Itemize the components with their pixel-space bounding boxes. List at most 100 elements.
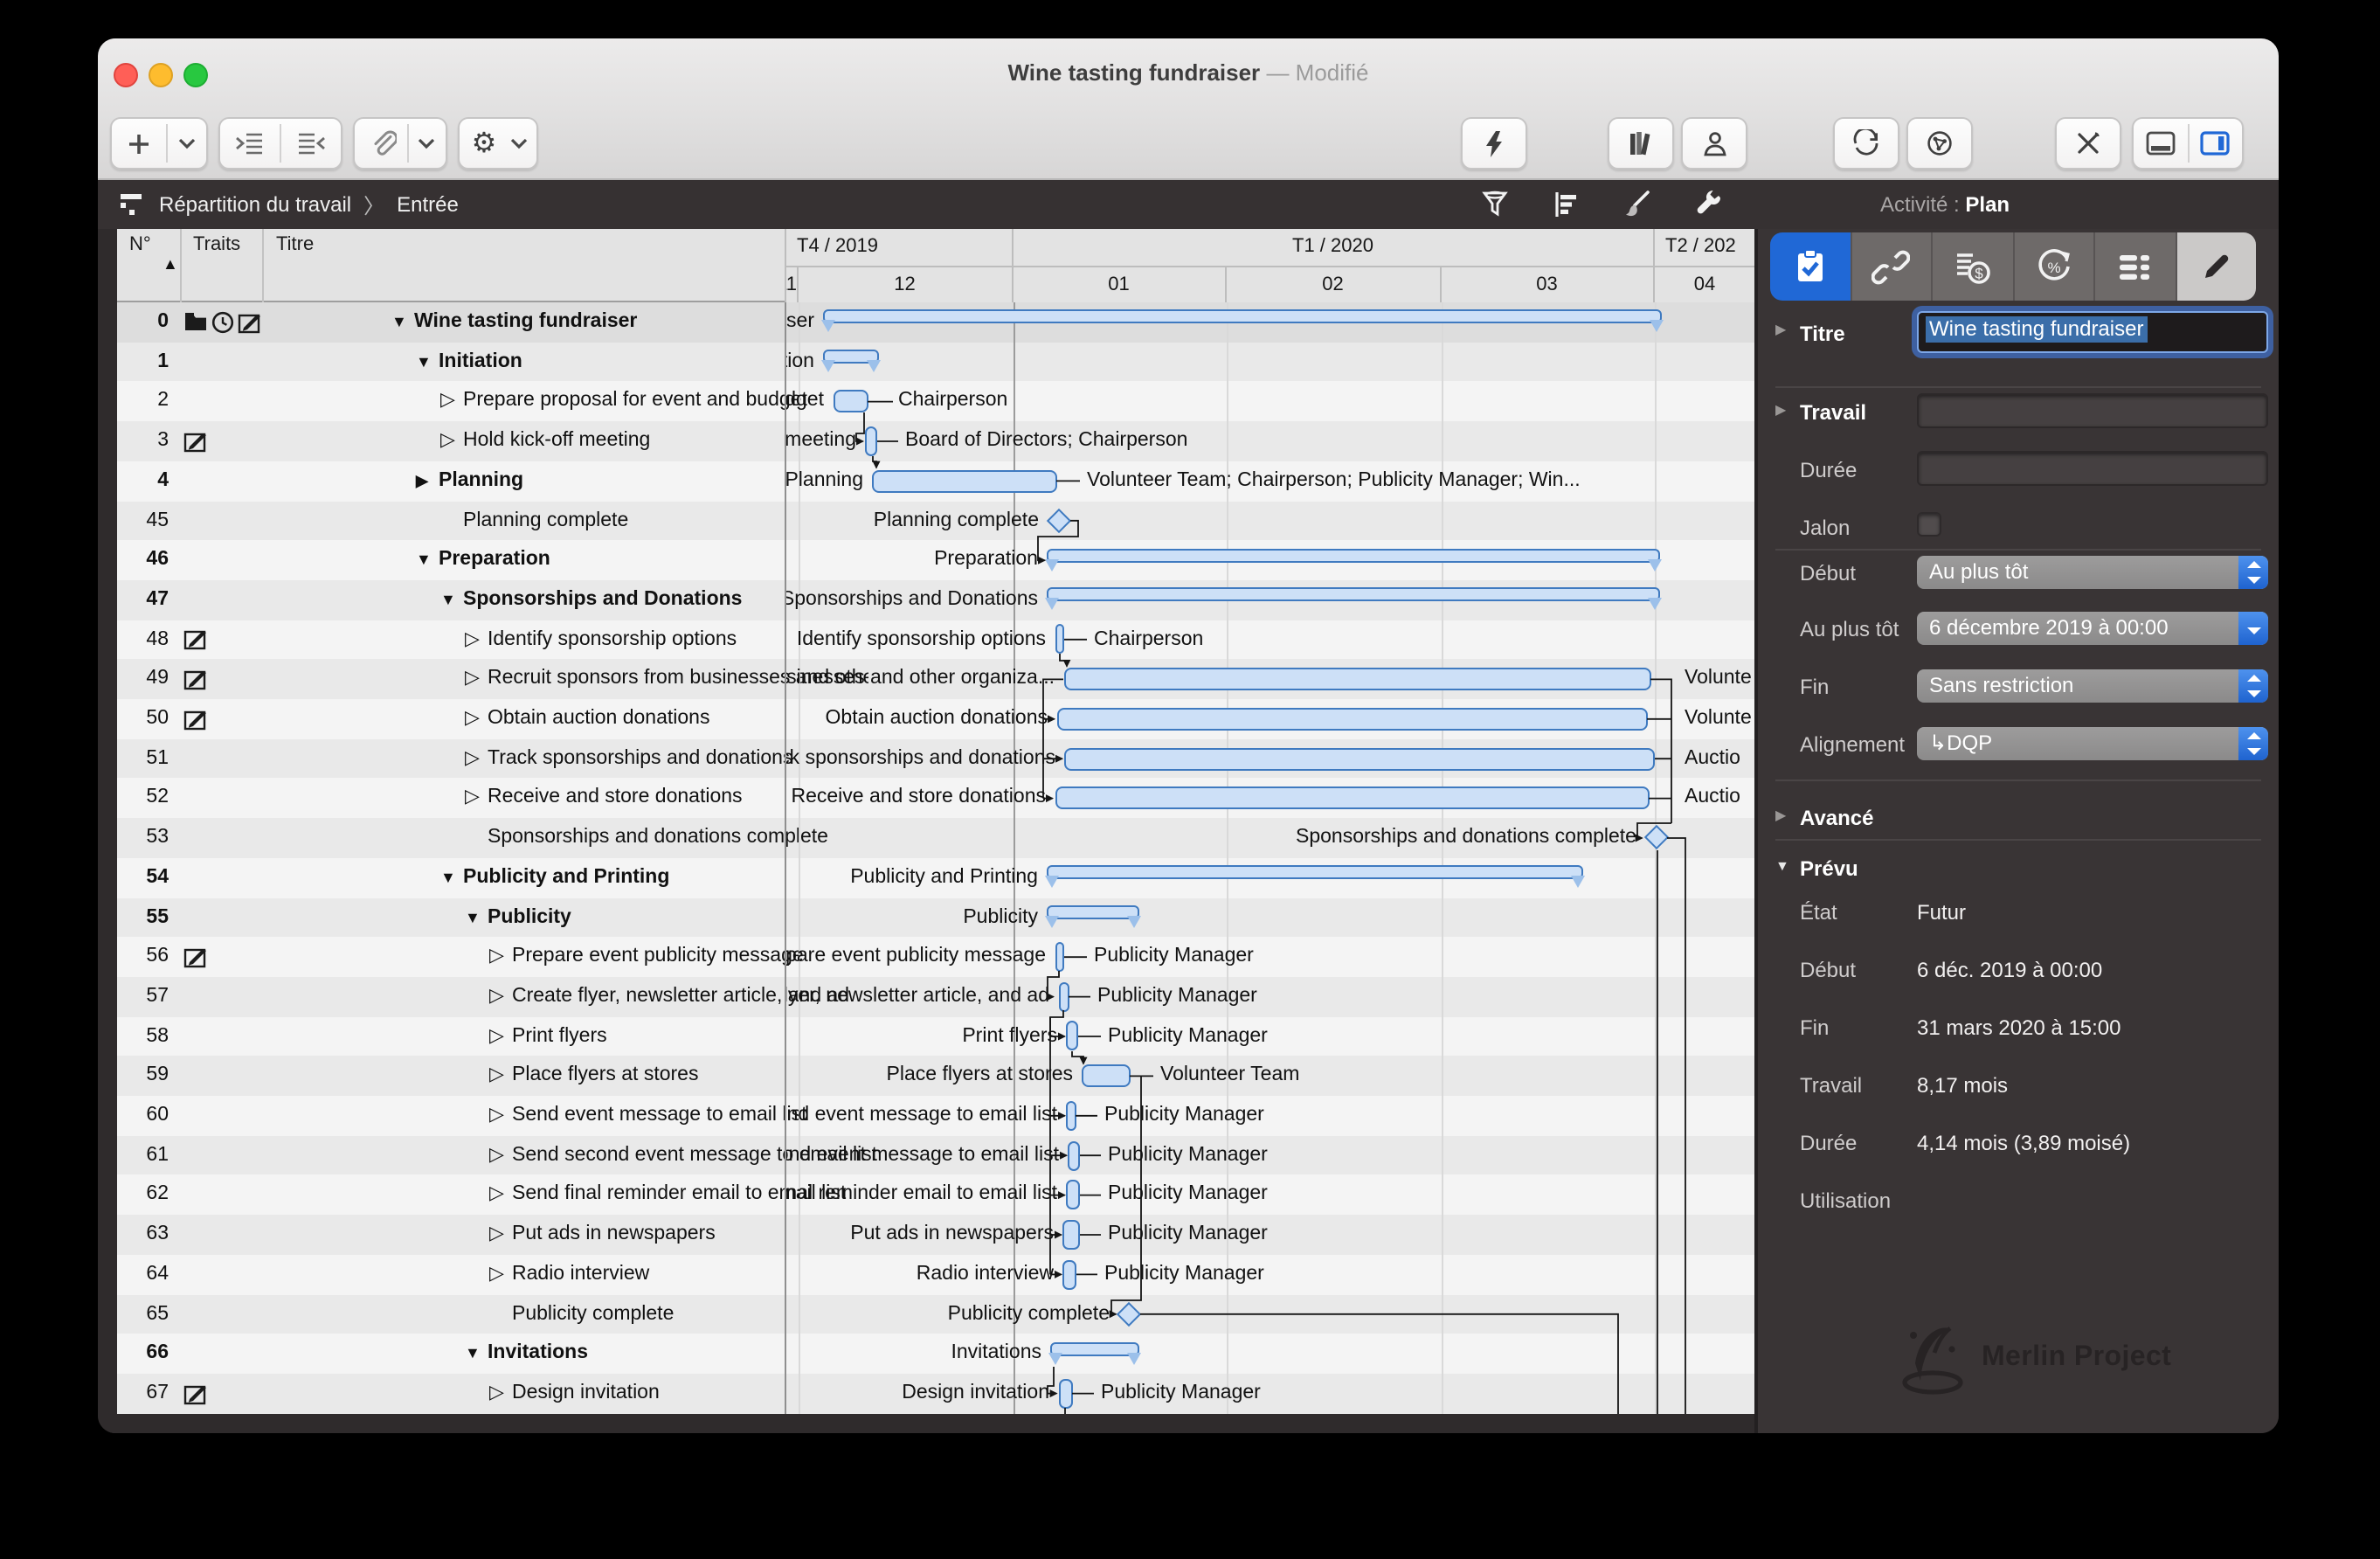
gantt-summary-bar[interactable] (1047, 587, 1660, 602)
gantt-task-bar[interactable] (833, 390, 868, 413)
summary-end-tip[interactable] (1127, 915, 1141, 928)
row-disclosure-icon[interactable]: ▷ (489, 1057, 512, 1096)
timeline-month[interactable]: 11 (785, 266, 797, 302)
gantt-summary-bar[interactable] (1047, 865, 1582, 880)
row-disclosure-icon[interactable]: ▷ (489, 1255, 512, 1294)
bottom-panel-icon[interactable] (2134, 119, 2187, 168)
row-disclosure-icon[interactable]: ▶ (416, 461, 439, 501)
gantt-short-task-bar[interactable] (1062, 1259, 1076, 1290)
row-disclosure-icon[interactable]: ▷ (465, 738, 488, 778)
chevron-down-icon[interactable] (167, 119, 205, 168)
books-icon[interactable] (1626, 119, 1656, 168)
actions-button[interactable] (1461, 117, 1527, 170)
row-disclosure-icon[interactable]: ▼ (391, 302, 414, 342)
plus-icon[interactable] (113, 119, 165, 168)
timeline-quarters[interactable]: T4 / 2019 T1 / 2020 T2 / 202 (785, 229, 1754, 266)
popup-stepper-icon[interactable] (2238, 556, 2268, 589)
gantt-milestone-diamond[interactable] (1643, 825, 1669, 851)
summary-end-tip[interactable] (1045, 915, 1059, 928)
duree-input[interactable] (1917, 451, 2268, 486)
timeline-months[interactable]: 111201020304 (785, 266, 1754, 302)
summary-end-tip[interactable] (1648, 598, 1662, 611)
outline-levels-icon[interactable] (1553, 191, 1583, 220)
settings-wrench-icon[interactable] (1695, 190, 1725, 220)
paperclip-icon[interactable] (356, 119, 407, 168)
row-disclosure-icon[interactable]: ▷ (465, 699, 488, 738)
tab-assignments-inspector[interactable] (2095, 232, 2176, 301)
disclosure-icon[interactable]: ▶ (1775, 807, 1786, 823)
gantt-task-bar[interactable] (1055, 786, 1649, 810)
breadcrumb-mode[interactable]: Entrée (397, 192, 459, 217)
format-tools-button[interactable] (2055, 117, 2121, 170)
row-disclosure-icon[interactable]: ▷ (489, 977, 512, 1016)
gantt-summary-bar[interactable] (1047, 904, 1139, 919)
lightning-icon[interactable] (1484, 119, 1505, 168)
combo-chevron-icon[interactable] (2238, 612, 2268, 645)
resources-button[interactable] (1681, 117, 1747, 170)
summary-end-tip[interactable] (821, 320, 835, 333)
timeline-month[interactable]: 01 (1011, 266, 1225, 302)
timeline-month[interactable]: 02 (1225, 266, 1439, 302)
row-title-cell[interactable]: ▼ Preparation (381, 540, 820, 579)
sync-icon[interactable] (1852, 119, 1880, 168)
summary-end-tip[interactable] (821, 360, 835, 373)
row-disclosure-icon[interactable]: ▷ (489, 1135, 512, 1174)
panel-toggle-group[interactable] (2132, 117, 2244, 170)
gantt-short-task-bar[interactable] (1055, 942, 1064, 973)
gantt-task-bar[interactable] (1082, 1064, 1130, 1088)
breadcrumb-view[interactable]: Répartition du travail (159, 192, 351, 217)
disclosure-icon[interactable]: ▶ (1775, 402, 1786, 418)
summary-end-tip[interactable] (1048, 1352, 1062, 1365)
popup-stepper-icon[interactable] (2238, 669, 2268, 703)
gantt-summary-bar[interactable] (1050, 1341, 1138, 1356)
sync-button[interactable] (1833, 117, 1899, 170)
timeline-month[interactable]: 03 (1439, 266, 1653, 302)
chevron-down-icon[interactable] (505, 119, 533, 168)
gantt-short-task-bar[interactable] (1058, 1378, 1072, 1409)
breadcrumb[interactable]: Répartition du travail 〉 Entrée (119, 180, 459, 229)
gantt-summary-bar[interactable] (1047, 548, 1660, 563)
row-disclosure-icon[interactable]: ▼ (440, 580, 463, 620)
summary-end-tip[interactable] (1045, 876, 1059, 889)
au-plus-tot-combo[interactable]: 6 décembre 2019 à 00:00 (1917, 612, 2268, 645)
row-title-cell[interactable]: ▷ Prepare proposal for event and budget (381, 382, 844, 421)
tools-icon[interactable] (2074, 119, 2102, 168)
network-globe-icon[interactable] (1926, 119, 1954, 168)
jalon-checkbox[interactable] (1917, 512, 1941, 537)
library-button[interactable] (1608, 117, 1674, 170)
summary-end-tip[interactable] (1045, 598, 1059, 611)
row-disclosure-icon[interactable]: ▼ (465, 897, 488, 937)
summary-end-tip[interactable] (1045, 558, 1059, 572)
row-disclosure-icon[interactable]: ▷ (465, 660, 488, 699)
tab-task-inspector[interactable] (1770, 232, 1851, 301)
row-disclosure-icon[interactable]: ▼ (416, 540, 439, 579)
row-disclosure-icon[interactable]: ▷ (489, 1374, 512, 1413)
row-disclosure-icon[interactable]: ▷ (440, 382, 463, 421)
gantt-milestone-diamond[interactable] (1045, 508, 1071, 533)
gantt-short-task-bar[interactable] (1058, 981, 1069, 1012)
summary-end-tip[interactable] (1648, 558, 1662, 572)
popup-stepper-icon[interactable] (2238, 727, 2268, 760)
column-header-traits[interactable]: Traits (181, 229, 264, 302)
travail-input[interactable] (1917, 393, 2268, 428)
disclosure-open-icon[interactable]: ▼ (1775, 858, 1789, 874)
column-header-number[interactable]: N° ▲ (117, 229, 181, 302)
style-brush-icon[interactable] (1623, 191, 1653, 220)
row-disclosure-icon[interactable]: ▷ (465, 779, 488, 818)
sort-ascending-icon[interactable]: ▲ (163, 255, 178, 273)
gantt-short-task-bar[interactable] (1066, 1180, 1080, 1210)
link-group[interactable] (353, 117, 447, 170)
indent-outdent-group[interactable] (218, 117, 342, 170)
gantt-short-task-bar[interactable] (1055, 624, 1064, 655)
timeline-quarter[interactable]: T1 / 2020 (1011, 229, 1653, 266)
person-icon[interactable] (1701, 119, 1727, 168)
debut-popup[interactable]: Au plus tôt (1917, 556, 2268, 589)
row-disclosure-icon[interactable]: ▼ (416, 342, 439, 381)
row-disclosure-icon[interactable]: ▷ (465, 620, 488, 659)
timeline-quarter[interactable]: T2 / 202 (1653, 229, 1754, 266)
timeline-month[interactable]: 12 (797, 266, 1011, 302)
tab-time-inspector[interactable]: % (2014, 232, 2095, 301)
tab-notes-inspector[interactable] (2176, 232, 2256, 301)
row-disclosure-icon[interactable]: ▷ (489, 1096, 512, 1135)
row-disclosure-icon[interactable]: ▷ (489, 1016, 512, 1056)
